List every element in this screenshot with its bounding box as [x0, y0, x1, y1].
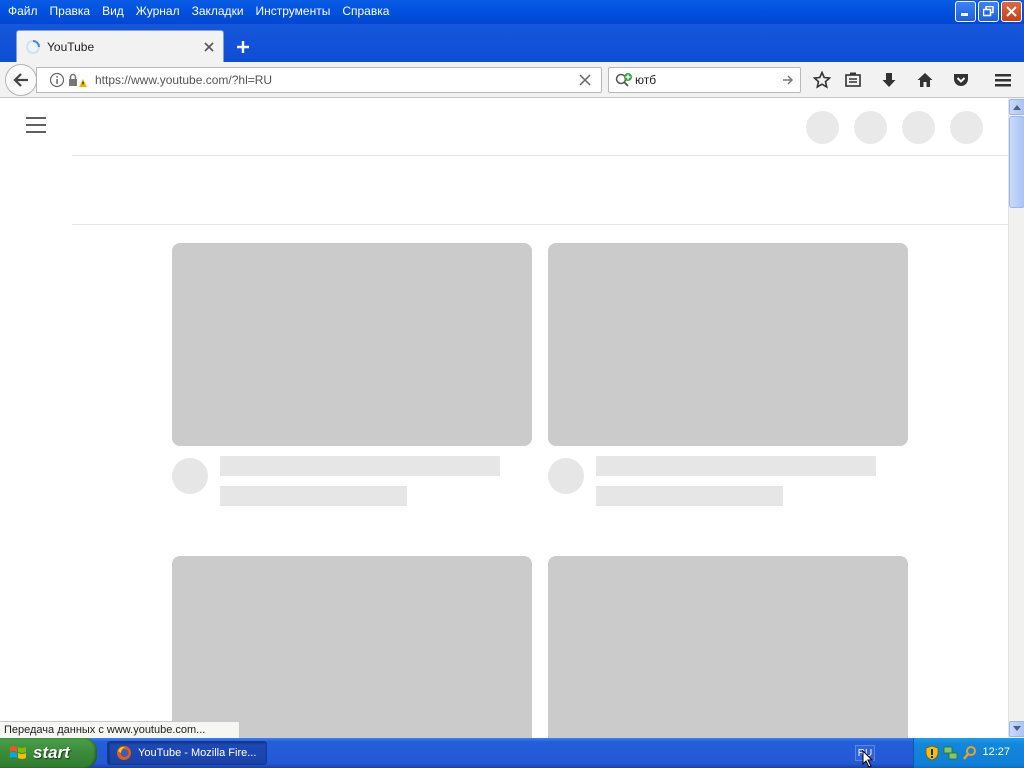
search-go-arrow-icon[interactable] [782, 74, 794, 86]
back-arrow-icon [13, 73, 28, 87]
loading-spinner-icon [26, 39, 40, 54]
title-line-placeholder [596, 456, 876, 476]
clock: 12:27 [982, 746, 1010, 758]
video-thumbnail-placeholder [548, 556, 908, 738]
tab-strip: YouTube [0, 24, 1024, 62]
reading-list-button[interactable] [841, 68, 865, 92]
url-text: https://www.youtube.com/?hl=RU [95, 73, 273, 87]
channel-avatar-placeholder [172, 458, 208, 494]
menu-history[interactable]: Журнал [130, 1, 186, 21]
chips-divider [72, 224, 1008, 225]
meta-line-placeholder [596, 486, 783, 506]
header-button-placeholder [902, 111, 935, 144]
title-line-placeholder [220, 456, 500, 476]
pocket-icon [954, 74, 968, 86]
menu-bookmarks[interactable]: Закладки [186, 1, 250, 21]
plus-icon [237, 41, 249, 53]
minimize-icon [961, 13, 968, 16]
search-input[interactable]: ютб [635, 73, 782, 87]
status-panel: Передача данных с www.youtube.com... [0, 721, 241, 739]
download-icon [882, 73, 896, 87]
video-thumbnail-placeholder [172, 243, 532, 446]
system-tray: 12:27 [913, 738, 1024, 768]
menu-help[interactable]: Справка [336, 1, 395, 21]
windows-logo-icon [10, 746, 26, 759]
firefox-icon [117, 746, 131, 760]
taskbar-button-firefox[interactable]: YouTube - Mozilla Fire... [107, 741, 267, 765]
url-bar[interactable]: https://www.youtube.com/?hl=RU [36, 67, 602, 93]
navigation-toolbar: https://www.youtube.com/?hl=RU ютб [0, 62, 1024, 98]
scrollbar-thumb[interactable] [1009, 116, 1024, 208]
menu-view[interactable]: Вид [96, 1, 130, 21]
search-bar[interactable]: ютб [608, 67, 801, 93]
header-button-placeholder [950, 111, 983, 144]
page-content [0, 98, 1008, 738]
taskbar-button-label: YouTube - Mozilla Fire... [138, 747, 257, 759]
header-button-placeholder [806, 111, 839, 144]
minimize-button[interactable] [955, 1, 976, 22]
security-shield-icon[interactable] [924, 745, 940, 761]
chevron-up-icon [1013, 105, 1021, 110]
mouse-cursor-icon [862, 750, 874, 768]
start-button[interactable]: start [0, 738, 97, 768]
menu-file[interactable]: Файл [2, 1, 44, 21]
search-tray-icon[interactable] [962, 745, 978, 761]
menu-tools[interactable]: Инструменты [250, 1, 337, 21]
menu-icon [995, 74, 1011, 87]
start-label: start [33, 743, 70, 762]
header-divider [72, 155, 1008, 156]
reading-list-icon [845, 72, 861, 87]
meta-line-placeholder [220, 486, 407, 506]
bookmark-star-icon [813, 71, 831, 89]
chevron-down-icon [1013, 726, 1021, 731]
tab-close-button[interactable] [201, 39, 217, 55]
video-thumbnail-placeholder [172, 556, 532, 738]
tab-youtube[interactable]: YouTube [16, 30, 224, 62]
bookmark-star-button[interactable] [810, 68, 834, 92]
scroll-down-button[interactable] [1009, 721, 1024, 737]
home-button[interactable] [913, 68, 937, 92]
header-button-placeholder [854, 111, 887, 144]
close-button[interactable] [1001, 1, 1022, 22]
new-tab-button[interactable] [232, 36, 254, 58]
taskbar: start YouTube - Mozilla Fire... RU 12:27 [0, 738, 1024, 768]
pocket-button[interactable] [949, 68, 973, 92]
restore-icon [983, 6, 994, 17]
search-engine-add-icon [615, 73, 632, 87]
window-controls [955, 1, 1022, 22]
window-titlebar: Файл Правка Вид Журнал Закладки Инструме… [0, 0, 1024, 24]
home-icon [917, 73, 933, 87]
insecure-lock-icon[interactable] [67, 72, 87, 88]
open-menu-button[interactable] [991, 68, 1015, 92]
back-button[interactable] [5, 64, 37, 96]
scroll-up-button[interactable] [1009, 99, 1024, 115]
close-icon [204, 41, 214, 52]
restore-button[interactable] [978, 1, 999, 22]
guide-menu-icon[interactable] [26, 117, 46, 133]
download-button[interactable] [877, 68, 901, 92]
menu-bar: Файл Правка Вид Журнал Закладки Инструме… [0, 0, 395, 22]
close-icon [1006, 6, 1017, 17]
channel-avatar-placeholder [548, 458, 584, 494]
info-icon[interactable] [49, 72, 65, 88]
menu-edit[interactable]: Правка [44, 1, 97, 21]
vertical-scrollbar[interactable] [1008, 98, 1024, 738]
clear-url-icon[interactable] [579, 74, 591, 86]
network-icon[interactable] [943, 745, 959, 761]
tab-title: YouTube [47, 39, 95, 54]
video-thumbnail-placeholder [548, 243, 908, 446]
